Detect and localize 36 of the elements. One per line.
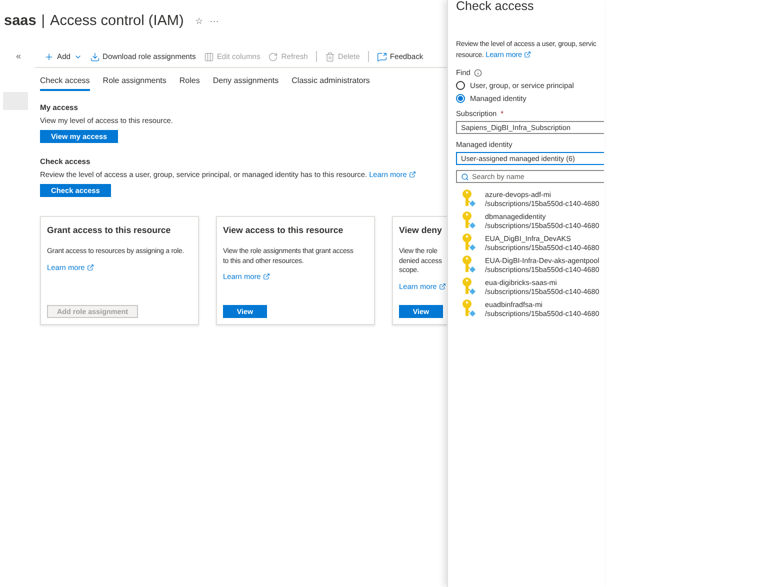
- download-icon: [90, 52, 100, 62]
- search-icon: [461, 172, 469, 181]
- refresh-icon: [268, 52, 278, 62]
- delete-icon: [324, 52, 335, 62]
- favorite-button[interactable]: ☆: [194, 16, 203, 26]
- external-link-icon: [408, 171, 416, 178]
- managed-identity-icon: [461, 277, 477, 298]
- tab[interactable]: Roles: [179, 76, 200, 91]
- card-title: View access to this resource: [223, 225, 344, 235]
- radio-button[interactable]: [456, 81, 465, 90]
- external-link-icon: [262, 273, 270, 280]
- managed-identity-icon: [461, 189, 477, 210]
- external-link-icon: [524, 50, 531, 58]
- tab[interactable]: Deny assignments: [212, 76, 279, 91]
- panel-title: Check access: [456, 0, 535, 13]
- managed-identity-icon: [461, 255, 477, 276]
- title-separator: |: [41, 13, 46, 29]
- managed-identity-icon: [461, 299, 477, 320]
- more-button[interactable]: ···: [210, 16, 219, 26]
- resource-name: saas: [4, 13, 36, 29]
- card-title: View deny: [399, 225, 443, 235]
- managed-identity-icon: [461, 211, 477, 232]
- columns-icon: [204, 52, 214, 62]
- collapse-button[interactable]: «: [16, 51, 36, 65]
- managed-identity-icon: [461, 233, 477, 254]
- page-title: Access control (IAM): [50, 13, 184, 29]
- external-link-icon: [86, 264, 94, 271]
- external-link-icon: [438, 282, 446, 290]
- radio-button[interactable]: [456, 94, 465, 104]
- info-icon: [474, 68, 482, 77]
- feedback-icon: [376, 52, 387, 62]
- tab[interactable]: Check access: [40, 76, 90, 91]
- tab[interactable]: Classic administrators: [292, 76, 370, 91]
- tab[interactable]: Role assignments: [102, 76, 166, 91]
- add-icon: [44, 52, 54, 62]
- card-title: Grant access to this resource: [47, 225, 172, 235]
